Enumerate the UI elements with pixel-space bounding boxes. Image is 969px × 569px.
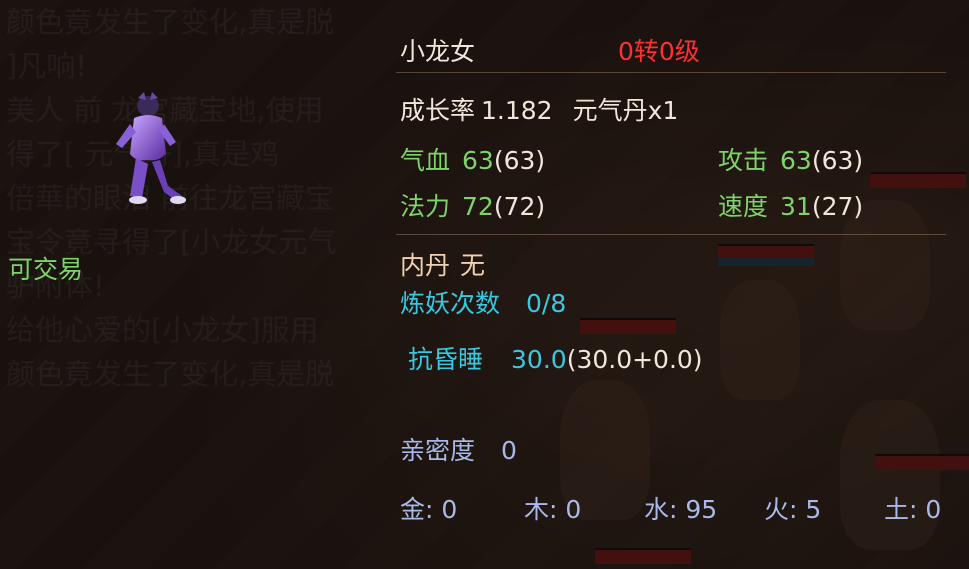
element-wood-value: 0 [565,495,582,524]
divider [396,72,946,73]
stat-speed-label: 速度 [718,192,769,221]
pet-name: 小龙女 [400,37,476,66]
pet-info-panel: 可交易 小龙女 0转0级 成长率 1.182 元气丹x1 气血 63(63) 攻击 63… [0,0,969,569]
stat-speed: 速度 31(27) [718,187,863,223]
resist-sleep-value: 30.0 [511,345,567,374]
element-water: 水: 95 [644,490,717,526]
element-fire: 火: 5 [764,490,821,526]
neidan-label: 内丹 [400,251,451,280]
resist-sleep-row: 抗昏睡 30.0(30.0+0.0) [408,340,703,376]
stat-hp: 气血 63(63) [400,141,545,177]
element-metal: 金: 0 [400,490,457,526]
stat-hp-value: 63 [462,146,494,175]
stat-mp-value: 72 [462,192,494,221]
element-metal-label: 金: [400,495,434,524]
element-water-value: 95 [685,495,718,524]
intimacy-value: 0 [501,436,517,465]
divider [396,234,946,235]
element-metal-value: 0 [441,495,458,524]
stat-speed-value: 31 [780,192,812,221]
growth-value: 1.182 [481,96,553,125]
element-wood-label: 木: [524,495,558,524]
element-fire-value: 5 [805,495,822,524]
stat-speed-base: (27) [811,192,864,221]
element-earth-value: 0 [925,495,942,524]
pet-sprite-icon [116,92,186,204]
neidan-value: 无 [460,251,486,280]
growth-row: 成长率 1.182 元气丹x1 [400,91,678,127]
stat-mp: 法力 72(72) [400,187,545,223]
stat-attack-base: (63) [811,146,864,175]
refine-label: 炼妖次数 [400,289,501,318]
intimacy-label: 亲密度 [400,436,476,465]
stat-attack-label: 攻击 [718,146,769,175]
refine-value: 0/8 [526,289,567,318]
stat-attack: 攻击 63(63) [718,141,863,177]
growth-label: 成长率 [400,96,476,125]
stat-mp-base: (72) [493,192,546,221]
stat-hp-base: (63) [493,146,546,175]
neidan-row: 内丹无 [400,246,485,282]
element-fire-label: 火: [764,495,798,524]
pet-level: 0转0级 [618,37,700,66]
resist-sleep-detail: (30.0+0.0) [566,345,703,374]
resist-sleep-label: 抗昏睡 [408,345,484,374]
stat-hp-label: 气血 [400,146,451,175]
element-wood: 木: 0 [524,490,581,526]
stat-attack-value: 63 [780,146,812,175]
element-water-label: 水: [644,495,678,524]
pill-count: 元气丹x1 [572,96,679,125]
tradeable-label: 可交易 [8,255,84,284]
intimacy-row: 亲密度 0 [400,431,517,467]
stat-mp-label: 法力 [400,192,451,221]
element-earth: 土: 0 [884,490,941,526]
refine-row: 炼妖次数 0/8 [400,284,566,320]
element-earth-label: 土: [884,495,918,524]
